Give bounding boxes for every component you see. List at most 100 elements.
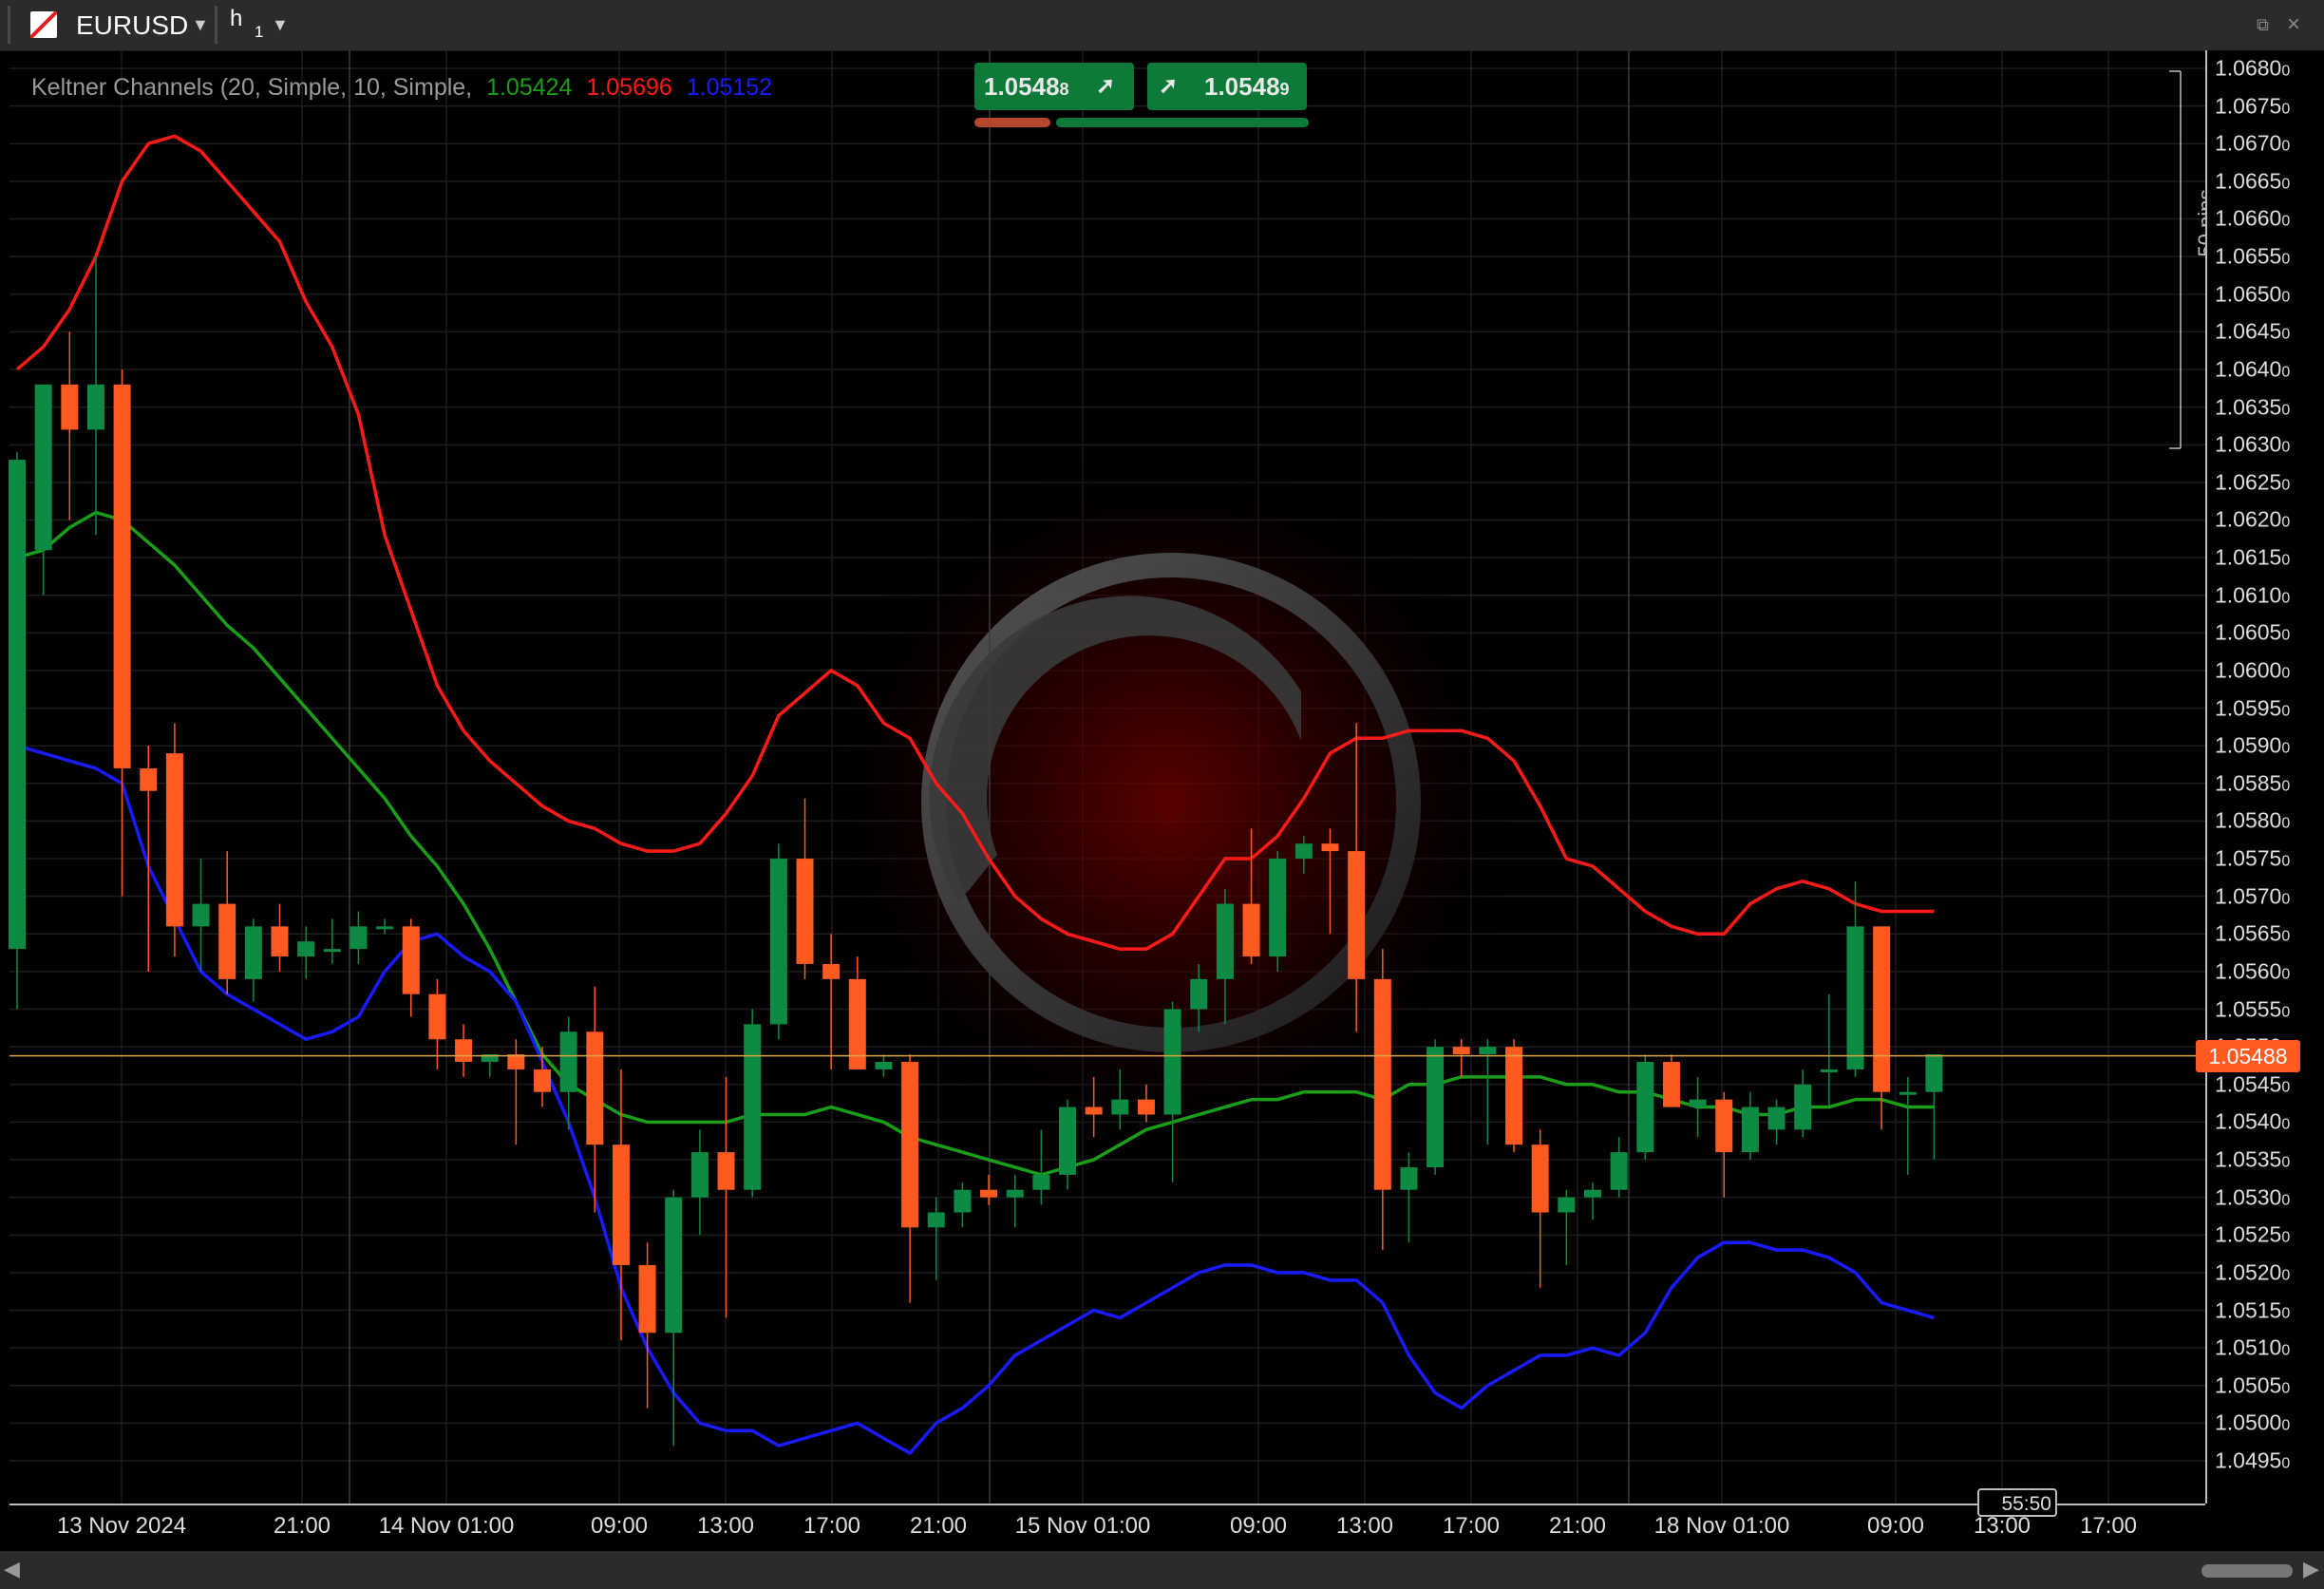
candle-body [140, 767, 158, 791]
candle-body [61, 384, 79, 430]
price-tick-label: 1.06150 [2215, 544, 2291, 570]
price-tick-label: 1.05250 [2215, 1221, 2291, 1247]
price-tick-label: 1.05700 [2215, 883, 2291, 909]
candle [218, 851, 236, 994]
candle-body [507, 1054, 525, 1069]
candle [690, 1129, 709, 1236]
time-tick-label: 17:00 [2079, 1513, 2138, 1539]
price-tick-label: 1.05900 [2215, 732, 2291, 758]
candle-body [1190, 978, 1208, 1010]
time-tick-label: 17:00 [1442, 1513, 1501, 1539]
candle-body [1294, 843, 1313, 860]
candle-body [1400, 1166, 1418, 1190]
candle [1531, 1129, 1549, 1288]
candle-body [192, 903, 210, 927]
candle [665, 1189, 683, 1447]
candle-body [271, 926, 289, 957]
time-tick-label: 13:00 [696, 1513, 755, 1539]
candle [1741, 1091, 1759, 1161]
candle-body [1846, 926, 1864, 1069]
price-tick-label: 1.05150 [2215, 1297, 2291, 1322]
candle-body [1452, 1047, 1470, 1055]
candle [980, 1174, 998, 1205]
candle-body [1242, 903, 1260, 957]
price-tick-label: 1.06050 [2215, 619, 2291, 645]
candle [1006, 1174, 1024, 1228]
horizontal-scrollbar[interactable]: ◀ ▶ [0, 1551, 2324, 1589]
sell-button[interactable]: 1.05488 ➚ [974, 63, 1134, 110]
candle-body [1348, 851, 1366, 979]
candle-body [1505, 1047, 1523, 1145]
candle-body [113, 384, 131, 768]
price-tick-label: 1.06800 [2215, 55, 2291, 81]
price-tick-label: 1.05950 [2215, 695, 2291, 721]
price-tick-label: 1.05050 [2215, 1372, 2291, 1398]
price-tick-label: 1.06350 [2215, 394, 2291, 420]
candle [113, 369, 131, 897]
candle-body [1479, 1047, 1497, 1055]
price-tick-label: 1.05400 [2215, 1108, 2291, 1134]
candle [481, 1054, 499, 1077]
candle-body [350, 926, 368, 950]
candle-body [927, 1212, 945, 1228]
price-tick-label: 1.05600 [2215, 958, 2291, 984]
candle-body [1873, 926, 1891, 1092]
candle [271, 903, 289, 972]
candle [1452, 1039, 1470, 1077]
candle [927, 1197, 945, 1280]
candle [244, 918, 262, 1002]
time-tick-label: 17:00 [803, 1513, 861, 1539]
candle-body [1715, 1099, 1733, 1153]
price-chart[interactable] [0, 0, 2324, 1589]
pips-ruler[interactable] [2169, 70, 2182, 449]
time-tick-label: 15 Nov 01:00 [1014, 1513, 1151, 1539]
candle [402, 918, 420, 1017]
price-tick-label: 1.05850 [2215, 770, 2291, 796]
candle [34, 384, 52, 596]
price-tick-label: 1.04950 [2215, 1447, 2291, 1473]
indicator-legend[interactable]: Keltner Channels (20, Simple, 10, Simple… [31, 74, 780, 102]
price-tick-label: 1.06200 [2215, 506, 2291, 532]
candle [1610, 1137, 1628, 1198]
buy-button[interactable]: ➚ 1.05489 [1147, 63, 1307, 110]
buy-arrow-icon: ➚ [1159, 73, 1179, 99]
candle [165, 723, 183, 957]
price-tick-label: 1.05550 [2215, 996, 2291, 1022]
candle [822, 934, 841, 1069]
price-tick-label: 1.05100 [2215, 1334, 2291, 1360]
candle-body [796, 859, 814, 964]
candle [1715, 1091, 1733, 1198]
price-tick-label: 1.05650 [2215, 920, 2291, 946]
sell-price: 1.0548 [984, 72, 1060, 101]
candle-body [690, 1152, 709, 1198]
price-tick-label: 1.05300 [2215, 1184, 2291, 1210]
candle-body [1427, 1047, 1445, 1167]
time-tick-label: 18 Nov 01:00 [1653, 1513, 1790, 1539]
upper-band-value: 1.05696 [586, 74, 672, 101]
candle [376, 918, 394, 935]
price-tick-label: 1.06000 [2215, 657, 2291, 683]
price-tick-label: 1.06750 [2215, 93, 2291, 119]
scroll-right-icon[interactable]: ▶ [2303, 1557, 2319, 1581]
candle-body [218, 903, 236, 979]
candle-body [165, 753, 183, 927]
scroll-left-icon[interactable]: ◀ [4, 1557, 20, 1581]
candle [901, 1054, 919, 1303]
candle-body [586, 1031, 604, 1145]
sell-price-pip: 8 [1059, 80, 1069, 99]
price-tick-label: 1.06300 [2215, 431, 2291, 457]
middle-band-value: 1.05424 [486, 74, 573, 101]
candle [1269, 851, 1287, 972]
time-tick-label: 21:00 [273, 1513, 331, 1539]
time-tick-label: 09:00 [590, 1513, 649, 1539]
indicator-label: Keltner Channels (20, Simple, 10, Simple… [31, 74, 473, 101]
candle-body [1059, 1107, 1076, 1175]
time-tick-label: 21:00 [1548, 1513, 1607, 1539]
price-tick-label: 1.05750 [2215, 845, 2291, 871]
lower-band-value: 1.05152 [686, 74, 773, 101]
candle [1558, 1189, 1576, 1265]
candle-body [1584, 1189, 1601, 1198]
scroll-thumb[interactable] [2201, 1564, 2293, 1578]
candle-body [1111, 1099, 1129, 1115]
candle [638, 1242, 656, 1409]
